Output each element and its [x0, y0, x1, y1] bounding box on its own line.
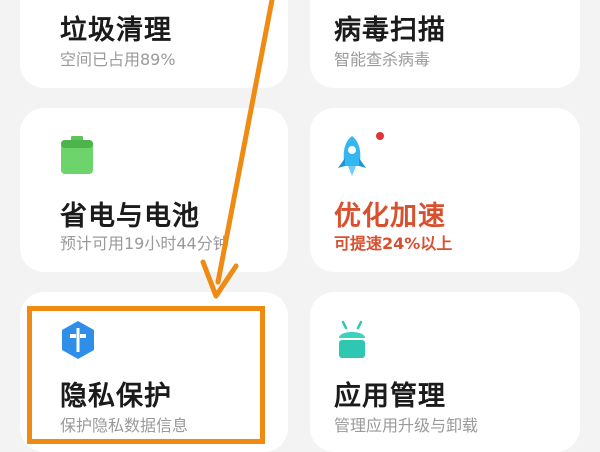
android-icon — [339, 320, 365, 358]
battery-subtitle: 预计可用19小时44分钟 — [60, 234, 229, 253]
junk-clean-card[interactable]: 垃圾清理 空间已占用89% — [20, 0, 288, 88]
app-manage-subtitle: 管理应用升级与卸载 — [334, 416, 479, 435]
app-manage-card[interactable]: 应用管理 管理应用升级与卸载 — [310, 292, 580, 452]
virus-scan-card[interactable]: 病毒扫描 智能查杀病毒 — [310, 0, 580, 88]
battery-title: 省电与电池 — [60, 201, 200, 232]
junk-clean-subtitle: 空间已占用89% — [60, 50, 176, 69]
battery-card[interactable]: 省电与电池 预计可用19小时44分钟 — [20, 108, 288, 272]
battery-icon — [61, 136, 93, 174]
privacy-title: 隐私保护 — [60, 381, 172, 412]
junk-clean-title: 垃圾清理 — [60, 15, 172, 46]
app-manage-title: 应用管理 — [334, 381, 446, 412]
speed-boost-subtitle: 可提速24%以上 — [334, 234, 453, 253]
privacy-card[interactable]: 隐私保护 保护隐私数据信息 — [20, 292, 288, 452]
notification-dot — [376, 132, 384, 140]
speed-boost-title: 优化加速 — [334, 201, 446, 232]
virus-scan-title: 病毒扫描 — [334, 15, 446, 46]
rocket-icon — [338, 136, 366, 176]
speed-boost-card[interactable]: 优化加速 可提速24%以上 — [310, 108, 580, 272]
virus-scan-subtitle: 智能查杀病毒 — [334, 50, 431, 69]
privacy-shield-icon — [62, 321, 94, 359]
privacy-subtitle: 保护隐私数据信息 — [60, 416, 189, 435]
